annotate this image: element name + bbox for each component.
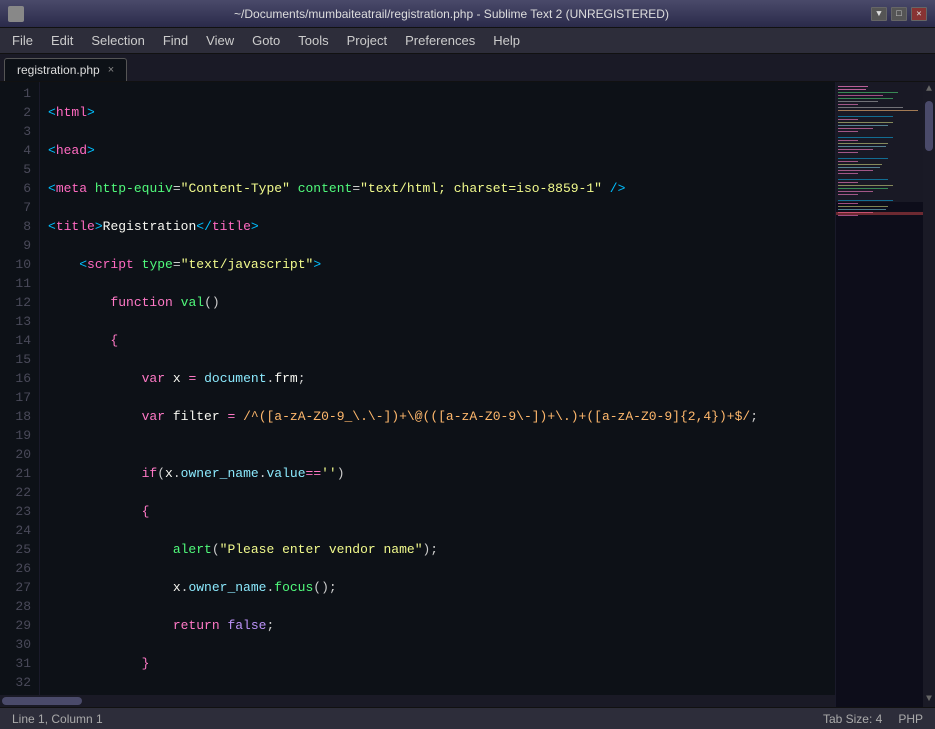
app-icon <box>8 6 24 22</box>
minimap[interactable]: ▲ ▼ <box>835 82 935 707</box>
scroll-down-button[interactable]: ▼ <box>924 692 934 707</box>
menu-tools[interactable]: Tools <box>290 31 336 50</box>
status-right: Tab Size: 4 PHP <box>823 712 923 726</box>
menu-edit[interactable]: Edit <box>43 31 81 50</box>
menu-project[interactable]: Project <box>339 31 395 50</box>
menu-bar: File Edit Selection Find View Goto Tools… <box>0 28 935 54</box>
menu-goto[interactable]: Goto <box>244 31 288 50</box>
code-container[interactable]: 1 2 3 4 5 6 7 8 9 10 11 12 13 14 15 16 1… <box>0 82 835 707</box>
menu-view[interactable]: View <box>198 31 242 50</box>
editor-area: 1 2 3 4 5 6 7 8 9 10 11 12 13 14 15 16 1… <box>0 82 935 707</box>
window-title: ~/Documents/mumbaiteatrail/registration.… <box>32 7 871 21</box>
code-view[interactable]: <html> <head> <meta http-equiv="Content-… <box>40 82 835 695</box>
vertical-scrollbar[interactable]: ▲ ▼ <box>923 82 935 707</box>
menu-file[interactable]: File <box>4 31 41 50</box>
menu-help[interactable]: Help <box>485 31 528 50</box>
minimap-canvas <box>836 82 935 707</box>
tabs-bar: registration.php × <box>0 54 935 82</box>
title-bar: ~/Documents/mumbaiteatrail/registration.… <box>0 0 935 28</box>
status-bar: Line 1, Column 1 Tab Size: 4 PHP <box>0 707 935 729</box>
menu-preferences[interactable]: Preferences <box>397 31 483 50</box>
scroll-track[interactable] <box>925 97 933 692</box>
scroll-up-button[interactable]: ▲ <box>924 82 934 97</box>
tab-size: Tab Size: 4 <box>823 712 882 726</box>
line-numbers: 1 2 3 4 5 6 7 8 9 10 11 12 13 14 15 16 1… <box>0 82 40 695</box>
menu-find[interactable]: Find <box>155 31 196 50</box>
tab-close-button[interactable]: × <box>108 64 114 76</box>
scroll-thumb[interactable] <box>925 101 933 151</box>
menu-selection[interactable]: Selection <box>83 31 152 50</box>
minimize-button[interactable]: ▼ <box>871 7 887 21</box>
h-scrollbar-thumb[interactable] <box>2 697 82 705</box>
syntax-label: PHP <box>898 712 923 726</box>
window-controls: ▼ □ ✕ <box>871 7 927 21</box>
close-button[interactable]: ✕ <box>911 7 927 21</box>
code-scroll: 1 2 3 4 5 6 7 8 9 10 11 12 13 14 15 16 1… <box>0 82 835 695</box>
cursor-position: Line 1, Column 1 <box>12 712 103 726</box>
tab-registration[interactable]: registration.php × <box>4 58 127 81</box>
horizontal-scrollbar[interactable] <box>0 695 835 707</box>
tab-filename: registration.php <box>17 63 100 77</box>
maximize-button[interactable]: □ <box>891 7 907 21</box>
